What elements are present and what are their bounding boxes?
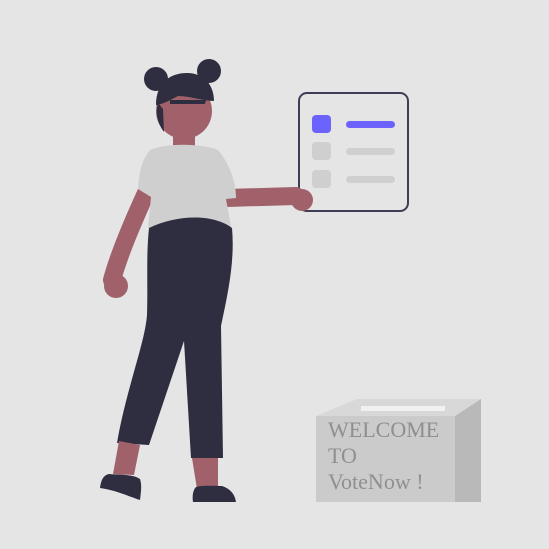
- ballot-card: [298, 92, 409, 212]
- box-label-line-2: TO: [328, 443, 357, 468]
- option-2-line: [346, 148, 395, 155]
- person-holding-ballot-illustration: [100, 59, 481, 502]
- option-1-line: [346, 121, 395, 128]
- person-figure: [100, 59, 313, 502]
- option-2-checkbox: [312, 142, 331, 160]
- box-label-line-3: VoteNow !: [328, 469, 424, 494]
- option-3-checkbox: [312, 170, 331, 188]
- option-1-checkbox: [312, 115, 331, 133]
- option-3-line: [346, 176, 395, 183]
- ballot-box-label: WELCOME TO VoteNow !: [328, 417, 458, 495]
- box-label-line-1: WELCOME: [328, 417, 440, 442]
